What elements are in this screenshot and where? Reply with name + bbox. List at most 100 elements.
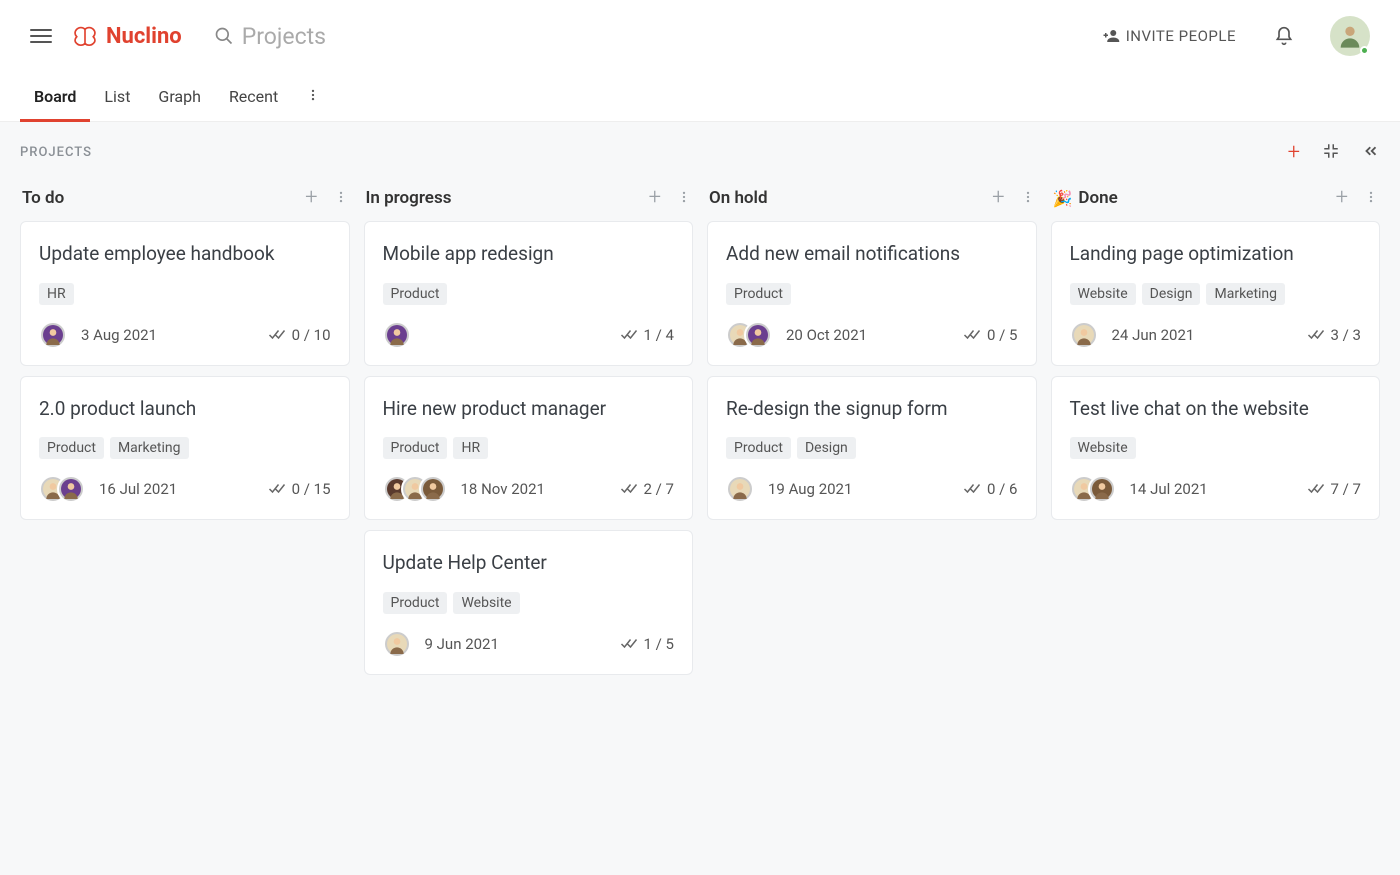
card-footer: 24 Jun 2021 3 / 3 <box>1070 321 1362 349</box>
assignee-avatar <box>39 321 67 349</box>
add-column-button[interactable]: + <box>1288 140 1300 165</box>
card-tags: ProductDesign <box>726 437 1018 459</box>
column-cards: Mobile app redesign Product 1 / 4 Hire n… <box>364 221 694 675</box>
board-card[interactable]: Test live chat on the website Website 14… <box>1051 376 1381 521</box>
collapse-fullscreen-button[interactable] <box>1322 142 1340 164</box>
board-column: To do + Update employee handbook HR 3 Au… <box>20 181 350 685</box>
card-footer: 16 Jul 2021 0 / 15 <box>39 475 331 503</box>
tag: Website <box>1070 283 1136 305</box>
board-actions: + <box>1288 140 1380 165</box>
column-cards: Update employee handbook HR 3 Aug 2021 0… <box>20 221 350 520</box>
card-title: Add new email notifications <box>726 242 1018 267</box>
card-progress: 2 / 7 <box>620 480 675 498</box>
board-column: 🎉 Done + Landing page optimization Websi… <box>1051 181 1381 685</box>
more-vertical-icon <box>306 88 320 102</box>
checklist-icon <box>1307 482 1325 496</box>
tag: Product <box>39 437 104 459</box>
checklist-icon <box>620 637 638 651</box>
board-card[interactable]: Hire new product manager ProductHR 18 No… <box>364 376 694 521</box>
tab-list[interactable]: List <box>104 72 130 121</box>
card-tags: Product <box>726 283 1018 305</box>
column-title: In progress <box>366 188 452 208</box>
column-title: On hold <box>709 188 768 208</box>
add-card-button[interactable]: + <box>1336 187 1348 209</box>
person-add-icon <box>1102 27 1120 45</box>
online-status-dot <box>1360 46 1369 55</box>
board-card[interactable]: Mobile app redesign Product 1 / 4 <box>364 221 694 366</box>
add-card-button[interactable]: + <box>305 187 317 209</box>
tabs-more-button[interactable] <box>306 87 320 106</box>
assignee-avatar <box>383 630 411 658</box>
assignee-avatar <box>744 321 772 349</box>
card-date: 14 Jul 2021 <box>1130 480 1208 498</box>
card-assignees <box>726 321 772 349</box>
search-input[interactable]: Projects <box>214 23 326 50</box>
column-header: 🎉 Done + <box>1051 181 1381 221</box>
tab-graph[interactable]: Graph <box>158 72 201 121</box>
checklist-icon <box>268 482 286 496</box>
brand-name: Nuclino <box>106 24 182 49</box>
card-footer: 9 Jun 2021 1 / 5 <box>383 630 675 658</box>
invite-label: INVITE PEOPLE <box>1126 27 1236 45</box>
assignee-avatar <box>419 475 447 503</box>
menu-button[interactable] <box>30 25 52 47</box>
card-date: 16 Jul 2021 <box>99 480 177 498</box>
card-title: Re-design the signup form <box>726 397 1018 422</box>
tag: Marketing <box>1206 283 1285 305</box>
card-progress: 1 / 4 <box>620 326 675 344</box>
card-progress: 0 / 5 <box>963 326 1018 344</box>
tag: HR <box>453 437 488 459</box>
card-date: 20 Oct 2021 <box>786 326 867 344</box>
card-date: 9 Jun 2021 <box>425 635 499 653</box>
tab-board[interactable]: Board <box>34 72 76 121</box>
checklist-icon <box>963 328 981 342</box>
board-card[interactable]: Re-design the signup form ProductDesign … <box>707 376 1037 521</box>
board-column: On hold + Add new email notifications Pr… <box>707 181 1037 685</box>
card-progress: 0 / 15 <box>268 480 331 498</box>
card-footer: 1 / 4 <box>383 321 675 349</box>
add-card-button[interactable]: + <box>649 187 661 209</box>
column-header: On hold + <box>707 181 1037 221</box>
card-title: Update Help Center <box>383 551 675 576</box>
chevrons-left-icon <box>1362 142 1380 160</box>
column-more-button[interactable] <box>677 189 691 208</box>
card-title: Landing page optimization <box>1070 242 1362 267</box>
card-progress: 0 / 6 <box>963 480 1018 498</box>
column-header: To do + <box>20 181 350 221</box>
add-card-button[interactable]: + <box>992 187 1004 209</box>
tab-recent[interactable]: Recent <box>229 72 278 121</box>
column-more-button[interactable] <box>1021 189 1035 208</box>
board-columns: To do + Update employee handbook HR 3 Au… <box>20 181 1380 685</box>
column-title: To do <box>22 188 64 208</box>
avatar-icon <box>1336 22 1364 50</box>
card-assignees <box>39 475 85 503</box>
card-assignees <box>726 475 754 503</box>
more-vertical-icon <box>334 190 348 204</box>
more-vertical-icon <box>1364 190 1378 204</box>
board-area: PROJECTS + To do + <box>0 122 1400 875</box>
brand-logo[interactable]: Nuclino <box>70 24 182 49</box>
column-more-button[interactable] <box>1364 189 1378 208</box>
card-assignees <box>1070 321 1098 349</box>
tag: HR <box>39 283 74 305</box>
card-assignees <box>1070 475 1116 503</box>
board-card[interactable]: Landing page optimization WebsiteDesignM… <box>1051 221 1381 366</box>
board-column: In progress + Mobile app redesign Produc… <box>364 181 694 685</box>
column-more-button[interactable] <box>334 189 348 208</box>
notifications-icon[interactable] <box>1274 26 1294 46</box>
collapse-panel-button[interactable] <box>1362 142 1380 164</box>
checklist-icon <box>1307 328 1325 342</box>
card-progress: 7 / 7 <box>1307 480 1362 498</box>
board-card[interactable]: Add new email notifications Product 20 O… <box>707 221 1037 366</box>
board-card[interactable]: 2.0 product launch ProductMarketing 16 J… <box>20 376 350 521</box>
card-tags: HR <box>39 283 331 305</box>
board-card[interactable]: Update Help Center ProductWebsite 9 Jun … <box>364 530 694 675</box>
brain-icon <box>70 24 100 48</box>
card-progress: 3 / 3 <box>1307 326 1362 344</box>
invite-people-button[interactable]: INVITE PEOPLE <box>1102 27 1236 45</box>
card-date: 24 Jun 2021 <box>1112 326 1195 344</box>
tag: Design <box>797 437 856 459</box>
user-avatar[interactable] <box>1330 16 1370 56</box>
card-assignees <box>383 321 411 349</box>
board-card[interactable]: Update employee handbook HR 3 Aug 2021 0… <box>20 221 350 366</box>
